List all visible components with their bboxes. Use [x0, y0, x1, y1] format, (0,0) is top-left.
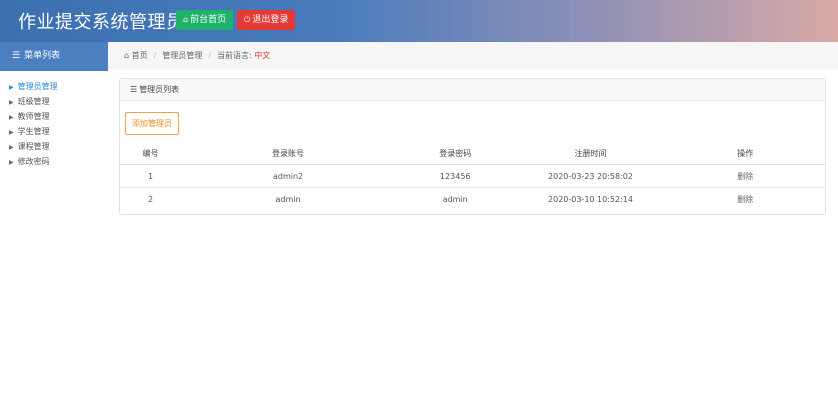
column-header-account: 登录账号	[181, 143, 395, 165]
delete-link[interactable]: 删除	[737, 195, 753, 204]
breadcrumb-home-link[interactable]: 首页	[132, 51, 148, 60]
table-header-row: 编号 登录账号 登录密码 注册时间 操作	[120, 143, 825, 165]
breadcrumb-current: 管理员管理	[162, 51, 203, 60]
sidebar-item-label: 课程管理	[17, 142, 50, 151]
sidebar-item-label: 班级管理	[17, 97, 50, 106]
cell-password: 123456	[394, 164, 516, 188]
language-value: 中文	[254, 51, 271, 60]
sidebar-item-course-management[interactable]: ▶ 课程管理	[0, 139, 108, 154]
logout-button-label: 退出登录	[252, 15, 289, 25]
table-row: 2 admin admin 2020-03-10 10:52:14 删除	[120, 188, 825, 211]
sidebar-heading: ☰ 菜单列表	[0, 42, 108, 71]
sidebar-menu: ▶ 管理员管理 ▶ 班级管理 ▶ 教师管理 ▶ 学生管理 ▶ 课程管理 ▶ 修改密码	[0, 71, 108, 169]
menu-list-icon: ☰	[12, 51, 21, 61]
sidebar-item-label: 教师管理	[17, 112, 50, 121]
sidebar-item-student-management[interactable]: ▶ 学生管理	[0, 124, 108, 139]
admin-list-panel: ☰ 管理员列表 添加管理员 编号 登录账号 登录密码 注册时间 操作 1 admi…	[119, 78, 826, 215]
home-button[interactable]: ⌂ 前台首页	[176, 10, 234, 30]
cell-password: admin	[442, 194, 468, 204]
list-icon: ☰	[130, 85, 138, 94]
column-header-registered: 注册时间	[515, 143, 666, 165]
cell-account: admin2	[181, 164, 395, 188]
admin-table: 编号 登录账号 登录密码 注册时间 操作 1 admin2 123456 202…	[120, 143, 825, 210]
logout-button[interactable]: ⏻ 退出登录	[237, 10, 296, 30]
sidebar-item-teacher-management[interactable]: ▶ 教师管理	[0, 109, 108, 124]
cell-registered: 2020-03-10 10:52:14	[548, 194, 633, 204]
column-header-password: 登录密码	[394, 143, 516, 165]
top-header-bar: 作业提交系统管理员端 ⌂ 前台首页 ⏻ 退出登录	[0, 0, 838, 42]
table-row: 1 admin2 123456 2020-03-23 20:58:02 删除	[120, 164, 825, 188]
column-header-id: 编号	[120, 143, 182, 165]
language-label: 当前语言:	[217, 51, 252, 60]
caret-right-icon: ▶	[9, 159, 14, 166]
breadcrumb-separator: /	[208, 51, 212, 60]
sidebar-item-change-password[interactable]: ▶ 修改密码	[0, 154, 108, 169]
panel-title: 管理员列表	[139, 85, 180, 94]
caret-right-icon: ▶	[9, 99, 14, 106]
sidebar-item-label: 管理员管理	[17, 82, 58, 91]
cell-action: 删除	[666, 188, 825, 211]
caret-right-icon: ▶	[9, 114, 14, 121]
power-icon: ⏻	[244, 15, 251, 24]
caret-right-icon: ▶	[9, 129, 14, 136]
cell-account: admin	[275, 194, 301, 204]
delete-link[interactable]: 删除	[737, 172, 753, 181]
sidebar-item-class-management[interactable]: ▶ 班级管理	[0, 94, 108, 109]
cell-registered: 2020-03-23 20:58:02	[515, 164, 666, 188]
sidebar-item-label: 学生管理	[17, 127, 50, 136]
cell-id: 2	[148, 194, 154, 204]
add-admin-button[interactable]: 添加管理员	[125, 112, 179, 135]
cell-id: 1	[120, 164, 182, 188]
caret-right-icon: ▶	[9, 144, 14, 151]
column-header-action: 操作	[665, 143, 825, 165]
add-admin-button-label: 添加管理员	[132, 119, 172, 128]
sidebar: ☰ 菜单列表 ▶ 管理员管理 ▶ 班级管理 ▶ 教师管理 ▶ 学生管理 ▶ 课程管理 ▶ 修改…	[0, 42, 109, 404]
caret-right-icon: ▶	[9, 84, 14, 91]
panel-heading: ☰ 管理员列表	[120, 79, 825, 101]
home-icon: ⌂	[124, 51, 130, 60]
home-button-label: 前台首页	[190, 15, 227, 25]
cell-action: 删除	[665, 164, 825, 188]
home-icon: ⌂	[183, 15, 189, 24]
sidebar-item-label: 修改密码	[17, 157, 50, 166]
sidebar-heading-label: 菜单列表	[24, 51, 61, 61]
sidebar-item-admin-management[interactable]: ▶ 管理员管理	[0, 79, 108, 94]
breadcrumb-separator: /	[153, 51, 157, 60]
breadcrumb: ⌂ 首页 / 管理员管理 / 当前语言: 中文	[108, 42, 838, 69]
main-content: ☰ 管理员列表 添加管理员 编号 登录账号 登录密码 注册时间 操作 1 admi…	[108, 69, 838, 404]
